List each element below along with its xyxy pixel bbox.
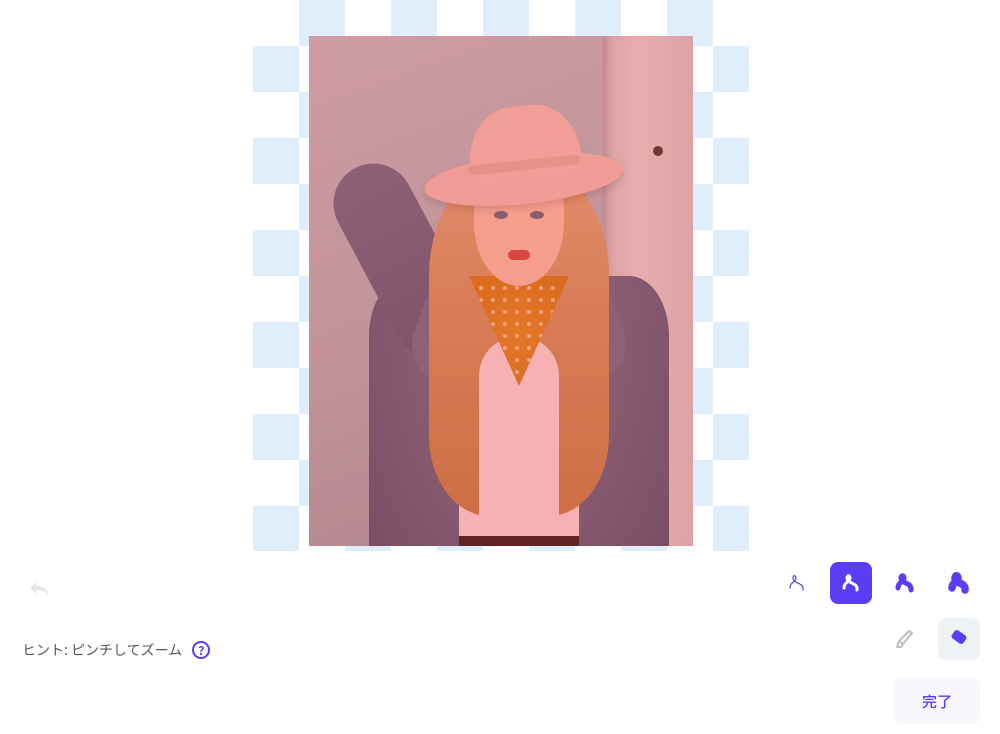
tool-row [884,618,980,660]
brush-size-sm[interactable] [830,562,872,604]
done-button-label: 完了 [922,691,952,712]
help-icon[interactable]: ? [192,641,210,659]
paintbrush-icon [892,626,918,652]
eraser-icon [946,626,972,652]
brush-size-row [776,562,980,604]
brush-size-xs[interactable] [776,562,818,604]
squiggle-icon [838,570,864,596]
photo-with-mask [309,36,693,546]
hint-text: ヒント: ピンチしてズーム [22,640,182,660]
photo-hat [424,106,624,206]
editor-canvas[interactable] [253,0,749,551]
squiggle-icon [892,570,918,596]
brush-size-lg[interactable] [938,562,980,604]
squiggle-icon [784,570,810,596]
hint-row: ヒント: ピンチしてズーム ? [22,640,210,660]
eraser-tool-button[interactable] [938,618,980,660]
photo-waist [459,536,579,546]
undo-button[interactable] [22,576,54,600]
undo-icon [24,578,52,598]
done-button[interactable]: 完了 [894,678,980,724]
brush-size-md[interactable] [884,562,926,604]
brush-tool-button[interactable] [884,618,926,660]
squiggle-icon [946,570,972,596]
